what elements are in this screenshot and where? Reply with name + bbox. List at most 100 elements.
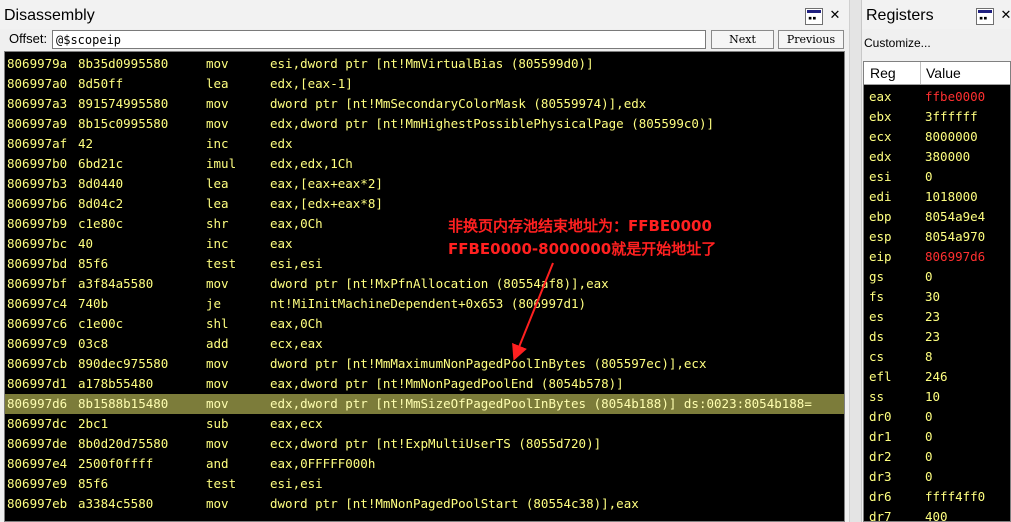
disassembly-line[interactable]: 806997b3 8d0440 lea eax,[eax+eax*2]: [5, 174, 844, 194]
register-value[interactable]: 1018000: [925, 187, 978, 207]
disassembly-line[interactable]: 806997c6 c1e00c shl eax,0Ch: [5, 314, 844, 334]
column-divider[interactable]: [920, 62, 921, 84]
register-row-dr3[interactable]: dr3 0: [864, 467, 1010, 487]
instruction-operands: eax: [270, 236, 293, 251]
register-row-esi[interactable]: esi 0: [864, 167, 1010, 187]
register-value[interactable]: 3ffffff: [925, 107, 978, 127]
disassembly-line[interactable]: 806997c4 740b je nt!MiInitMachineDependent+…: [5, 294, 844, 314]
disassembly-line[interactable]: 806997e9 85f6 test esi,esi: [5, 474, 844, 494]
instruction-bytes: 42: [78, 136, 94, 151]
column-header-value[interactable]: Value: [926, 65, 961, 81]
disassembly-line[interactable]: 806997eb a3384c5580 mov dword ptr [nt!MmNon…: [5, 494, 844, 514]
register-value[interactable]: 400: [925, 507, 948, 521]
disassembly-line[interactable]: 806997b6 8d04c2 lea eax,[edx+eax*8]: [5, 194, 844, 214]
register-value[interactable]: 30: [925, 287, 940, 307]
instruction-mnemonic: shr: [206, 216, 229, 231]
register-row-dr1[interactable]: dr1 0: [864, 427, 1010, 447]
register-value[interactable]: 0: [925, 267, 933, 287]
window-menu-icon[interactable]: ▪▪: [805, 8, 823, 25]
register-row-ebp[interactable]: ebp 8054a9e4: [864, 207, 1010, 227]
register-value[interactable]: 8054a9e4: [925, 207, 985, 227]
pane-splitter[interactable]: [849, 0, 862, 522]
previous-button[interactable]: Previous: [778, 30, 844, 49]
disassembly-line[interactable]: 806997a3 891574995580 mov dword ptr [nt!MmS…: [5, 94, 844, 114]
disassembly-line[interactable]: 806997c9 03c8 add ecx,eax: [5, 334, 844, 354]
register-value[interactable]: ffff4ff0: [925, 487, 985, 507]
disassembly-line[interactable]: 806997dc 2bc1 sub eax,ecx: [5, 414, 844, 434]
register-row-dr7[interactable]: dr7 400: [864, 507, 1010, 521]
instruction-address: 8069979a: [7, 56, 68, 71]
register-row-esp[interactable]: esp 8054a970: [864, 227, 1010, 247]
column-header-reg[interactable]: Reg: [870, 65, 896, 81]
disassembly-line[interactable]: 806997bc 40 inc eax: [5, 234, 844, 254]
register-name: eip: [869, 249, 892, 264]
instruction-address: 806997d6: [7, 396, 68, 411]
disassembly-line[interactable]: 806997de 8b0d20d75580 mov ecx,dword ptr [nt…: [5, 434, 844, 454]
instruction-operands: eax,ecx: [270, 416, 323, 431]
register-value[interactable]: 23: [925, 307, 940, 327]
register-value[interactable]: 0: [925, 467, 933, 487]
register-row-edi[interactable]: edi 1018000: [864, 187, 1010, 207]
register-row-es[interactable]: es 23: [864, 307, 1010, 327]
close-icon[interactable]: ✕: [827, 8, 843, 24]
register-value[interactable]: 8000000: [925, 127, 978, 147]
register-value[interactable]: 806997d6: [925, 247, 985, 267]
window-menu-icon[interactable]: ▪▪: [976, 8, 994, 25]
instruction-operands: eax,0FFFFF000h: [270, 456, 376, 471]
register-row-ecx[interactable]: ecx 8000000: [864, 127, 1010, 147]
instruction-mnemonic: lea: [206, 176, 229, 191]
disassembly-line[interactable]: 8069979a 8b35d0995580 mov esi,dword ptr [nt…: [5, 54, 844, 74]
register-row-ss[interactable]: ss 10: [864, 387, 1010, 407]
register-row-ds[interactable]: ds 23: [864, 327, 1010, 347]
disassembly-line[interactable]: 806997d1 a178b55480 mov eax,dword ptr [nt!M…: [5, 374, 844, 394]
close-icon[interactable]: ✕: [998, 8, 1011, 24]
disassembly-line[interactable]: 806997b0 6bd21c imul edx,edx,1Ch: [5, 154, 844, 174]
register-row-ebx[interactable]: ebx 3ffffff: [864, 107, 1010, 127]
register-row-dr0[interactable]: dr0 0: [864, 407, 1010, 427]
register-value[interactable]: 380000: [925, 147, 970, 167]
disassembly-listing[interactable]: 8069979a 8b35d0995580 mov esi,dword ptr [nt…: [4, 51, 845, 522]
register-value[interactable]: 0: [925, 407, 933, 427]
instruction-address: 806997b0: [7, 156, 68, 171]
register-row-dr2[interactable]: dr2 0: [864, 447, 1010, 467]
disassembly-line[interactable]: 806997a9 8b15c0995580 mov edx,dword ptr [nt…: [5, 114, 844, 134]
disassembly-line[interactable]: 806997bd 85f6 test esi,esi: [5, 254, 844, 274]
register-name: dr6: [869, 489, 892, 504]
register-row-cs[interactable]: cs 8: [864, 347, 1010, 367]
instruction-bytes: a3f84a5580: [78, 276, 154, 291]
disassembly-line[interactable]: 806997b9 c1e80c shr eax,0Ch: [5, 214, 844, 234]
window-menu-icon-glyph: ▪▪: [808, 14, 817, 22]
disassembly-line[interactable]: 806997e4 2500f0ffff and eax,0FFFFF000h: [5, 454, 844, 474]
disassembly-line[interactable]: 806997bf a3f84a5580 mov dword ptr [nt!MxPfn…: [5, 274, 844, 294]
register-value[interactable]: 0: [925, 447, 933, 467]
register-row-fs[interactable]: fs 30: [864, 287, 1010, 307]
register-row-eax[interactable]: eax ffbe0000: [864, 87, 1010, 107]
register-name: es: [869, 309, 885, 324]
register-row-efl[interactable]: efl 246: [864, 367, 1010, 387]
instruction-mnemonic: and: [206, 456, 229, 471]
instruction-bytes: 03c8: [78, 336, 109, 351]
customize-link[interactable]: Customize...: [864, 36, 931, 50]
register-row-gs[interactable]: gs 0: [864, 267, 1010, 287]
offset-input[interactable]: [52, 30, 706, 49]
register-value[interactable]: 8054a970: [925, 227, 985, 247]
register-value[interactable]: 0: [925, 427, 933, 447]
register-name: cs: [869, 349, 885, 364]
instruction-mnemonic: mov: [206, 356, 229, 371]
current-instruction-line[interactable]: 806997d6 8b1588b15480 mov edx,dword ptr [nt…: [5, 394, 844, 414]
register-value[interactable]: 0: [925, 167, 933, 187]
register-value[interactable]: ffbe0000: [925, 87, 985, 107]
disassembly-line[interactable]: 806997cb 890dec975580 mov dword ptr [nt!MmM…: [5, 354, 844, 374]
disassembly-line[interactable]: 806997af 42 inc edx: [5, 134, 844, 154]
register-value[interactable]: 8: [925, 347, 933, 367]
register-row-edx[interactable]: edx 380000: [864, 147, 1010, 167]
instruction-address: 806997a0: [7, 76, 68, 91]
register-value[interactable]: 246: [925, 367, 948, 387]
register-value[interactable]: 23: [925, 327, 940, 347]
disassembly-line[interactable]: 806997a0 8d50ff lea edx,[eax-1]: [5, 74, 844, 94]
register-value[interactable]: 10: [925, 387, 940, 407]
disassembly-pane: Disassembly ▪▪ ✕ Offset: Next Previous 8…: [0, 0, 849, 522]
next-button[interactable]: Next: [711, 30, 774, 49]
register-row-dr6[interactable]: dr6 ffff4ff0: [864, 487, 1010, 507]
register-row-eip[interactable]: eip 806997d6: [864, 247, 1010, 267]
